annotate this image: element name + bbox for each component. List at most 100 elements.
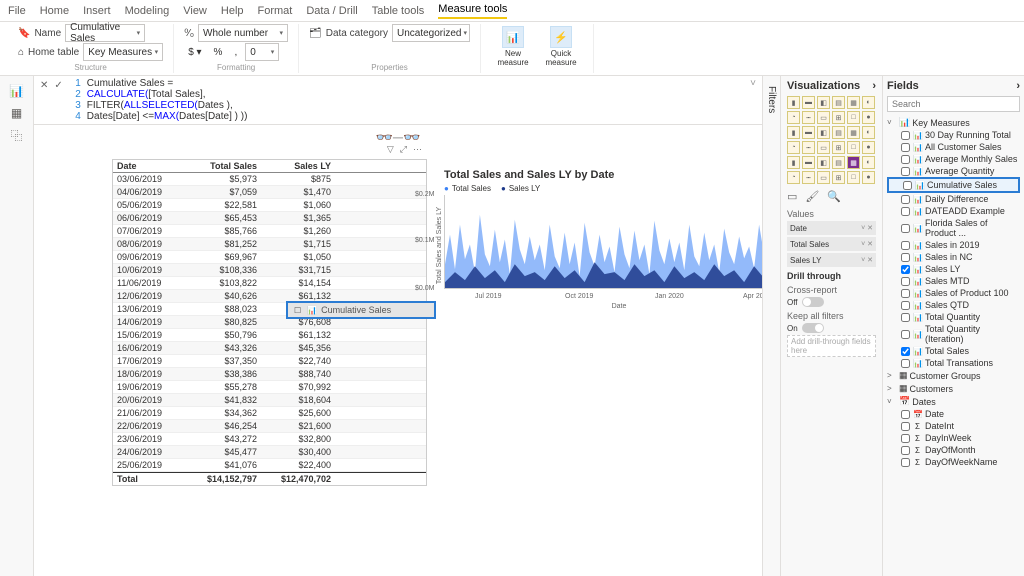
menu-help[interactable]: Help (221, 5, 244, 17)
comma-button[interactable]: , (230, 46, 241, 59)
viz-type-icon[interactable]: ◧ (817, 96, 830, 109)
viz-type-icon[interactable]: ▭ (817, 111, 830, 124)
table-row[interactable]: 05/06/2019$22,581$1,060 (113, 199, 426, 212)
viz-type-icon[interactable]: ▤ (832, 156, 845, 169)
menu-home[interactable]: Home (40, 5, 69, 17)
menu-insert[interactable]: Insert (83, 5, 111, 17)
table-row[interactable]: 04/06/2019$7,059$1,470 (113, 186, 426, 199)
table-row[interactable]: 25/06/2019$41,076$22,400 (113, 459, 426, 472)
field-all-customer-sales[interactable]: 📊All Customer Sales (887, 141, 1020, 153)
viz-type-icon[interactable]: ┅ (802, 141, 815, 154)
viz-type-icon[interactable]: □ (847, 171, 860, 184)
table-key-measures[interactable]: 📊 Key Measures (887, 116, 1020, 129)
field-sales-of-product-100[interactable]: 📊Sales of Product 100 (887, 287, 1020, 299)
visual-type-gallery[interactable]: ▮▬◧▤▦◐◔┅▭⊞□●▮▬◧▤▦◐◔┅▭⊞□●▮▬◧▤▦◐◔┅▭⊞□● (787, 96, 876, 184)
table-row[interactable]: 09/06/2019$69,967$1,050 (113, 251, 426, 264)
table-row[interactable]: 10/06/2019$108,336$31,715 (113, 264, 426, 277)
focus-icon[interactable]: ⤢ (400, 144, 407, 155)
field-total-quantity[interactable]: 📊Total Quantity (887, 311, 1020, 323)
currency-button[interactable]: $ ▾ (184, 46, 205, 59)
viz-type-icon[interactable]: ● (862, 171, 875, 184)
table-visual[interactable]: ▽⤢⋯ DateTotal SalesSales LY 03/06/2019$5… (112, 159, 427, 486)
measure-name-input[interactable]: Cumulative Sales (65, 24, 145, 42)
menu-table-tools[interactable]: Table tools (372, 5, 425, 17)
viz-type-icon[interactable]: ◐ (862, 96, 875, 109)
viz-type-icon[interactable]: ▬ (802, 126, 815, 139)
table-row[interactable]: 24/06/2019$45,477$30,400 (113, 446, 426, 459)
analytics-tab-icon[interactable]: 🔍 (827, 190, 841, 203)
filter-icon[interactable]: ▽ (387, 144, 394, 155)
table-row[interactable]: 21/06/2019$34,362$25,600 (113, 407, 426, 420)
report-canvas[interactable]: 👓─👓 ▽⤢⋯ DateTotal SalesSales LY 03/06/20… (34, 125, 762, 576)
field-average-quantity[interactable]: 📊Average Quantity (887, 165, 1020, 177)
viz-type-icon[interactable]: ▮ (787, 156, 800, 169)
viz-type-icon[interactable]: ▦ (847, 156, 860, 169)
viz-type-icon[interactable]: □ (847, 141, 860, 154)
viz-type-icon[interactable]: ⊞ (832, 171, 845, 184)
category-dropdown[interactable]: Uncategorized (392, 24, 470, 42)
cancel-icon[interactable]: ✕ (40, 80, 48, 91)
table-row[interactable]: 03/06/2019$5,973$875 (113, 173, 426, 186)
new-measure-button[interactable]: 📊New measure (491, 24, 535, 67)
chevron-down-icon[interactable]: ˅ (750, 78, 756, 89)
table-row[interactable]: 11/06/2019$103,822$14,154 (113, 277, 426, 290)
menu-file[interactable]: File (8, 5, 26, 17)
field-daily-difference[interactable]: 📊Daily Difference (887, 193, 1020, 205)
table-row[interactable]: 15/06/2019$50,796$61,132 (113, 329, 426, 342)
report-view-icon[interactable]: 📊 (6, 82, 28, 100)
field-dayofmonth[interactable]: ΣDayOfMonth (887, 444, 1020, 456)
viz-type-icon[interactable]: ▬ (802, 96, 815, 109)
table-row[interactable]: 18/06/2019$38,386$88,740 (113, 368, 426, 381)
format-dropdown[interactable]: Whole number (198, 24, 288, 42)
menu-modeling[interactable]: Modeling (125, 5, 170, 17)
field-well-total-sales[interactable]: Total Sales (787, 237, 876, 251)
viz-type-icon[interactable]: ◧ (817, 126, 830, 139)
menu-view[interactable]: View (183, 5, 207, 17)
viz-type-icon[interactable]: ▭ (817, 141, 830, 154)
table-row[interactable]: 19/06/2019$55,278$70,992 (113, 381, 426, 394)
table-row[interactable]: 23/06/2019$43,272$32,800 (113, 433, 426, 446)
field-florida-sales-of-product-...[interactable]: 📊Florida Sales of Product ... (887, 217, 1020, 239)
format-tab-icon[interactable]: 🖌 (805, 190, 819, 203)
legend-total-sales[interactable]: Total Sales (444, 184, 491, 193)
viz-type-icon[interactable]: ◧ (817, 156, 830, 169)
viz-type-icon[interactable]: ◐ (862, 126, 875, 139)
viz-type-icon[interactable]: ▦ (847, 96, 860, 109)
viz-type-icon[interactable]: ◐ (862, 156, 875, 169)
field-sales-mtd[interactable]: 📊Sales MTD (887, 275, 1020, 287)
viz-type-icon[interactable]: ▤ (832, 96, 845, 109)
viz-type-icon[interactable]: ◔ (787, 111, 800, 124)
viz-type-icon[interactable]: ▬ (802, 156, 815, 169)
more-icon[interactable]: ⋯ (413, 144, 422, 155)
chart-plot-area[interactable]: $0.2M $0.1M $0.0M Total Sales and Sales … (444, 195, 762, 289)
field-dateadd-example[interactable]: 📊DATEADD Example (887, 205, 1020, 217)
formula-bar[interactable]: ✕✓ 1Cumulative Sales = 2CALCULATE( [Tota… (34, 76, 762, 125)
quick-measure-button[interactable]: ⚡Quick measure (539, 24, 583, 67)
home-table-dropdown[interactable]: Key Measures (83, 43, 163, 61)
fields-search-input[interactable] (887, 96, 1020, 112)
table-customers[interactable]: ▦ Customers (887, 382, 1020, 395)
field-total-quantity--iteration-[interactable]: 📊Total Quantity (Iteration) (887, 323, 1020, 345)
table-dates[interactable]: 📅 Dates (887, 395, 1020, 408)
dragging-field-cumulative-sales[interactable]: 📊Cumulative Sales (286, 301, 436, 319)
table-row[interactable]: 08/06/2019$81,252$1,715 (113, 238, 426, 251)
legend-sales-ly[interactable]: Sales LY (501, 184, 540, 193)
col-date[interactable]: Date (113, 160, 187, 172)
field-well-date[interactable]: Date (787, 221, 876, 235)
viz-type-icon[interactable]: ● (862, 141, 875, 154)
col-totalsales[interactable]: Total Sales (187, 160, 261, 172)
field-sales-ly[interactable]: 📊Sales LY (887, 263, 1020, 275)
field-dayofweekname[interactable]: ΣDayOfWeekName (887, 456, 1020, 468)
col-salesly[interactable]: Sales LY (261, 160, 335, 172)
table-row[interactable]: 07/06/2019$85,766$1,260 (113, 225, 426, 238)
viz-type-icon[interactable]: ┅ (802, 171, 815, 184)
percent-button[interactable]: % (210, 46, 227, 59)
fields-tab-icon[interactable]: ▭ (787, 190, 797, 203)
viz-type-icon[interactable]: ◔ (787, 171, 800, 184)
viz-type-icon[interactable]: □ (847, 111, 860, 124)
table-row[interactable]: 17/06/2019$37,350$22,740 (113, 355, 426, 368)
viz-type-icon[interactable]: ⊞ (832, 111, 845, 124)
menu-format[interactable]: Format (258, 5, 293, 17)
drillthrough-well[interactable]: Add drill-through fields here (787, 335, 876, 357)
menu-data---drill[interactable]: Data / Drill (306, 5, 357, 17)
